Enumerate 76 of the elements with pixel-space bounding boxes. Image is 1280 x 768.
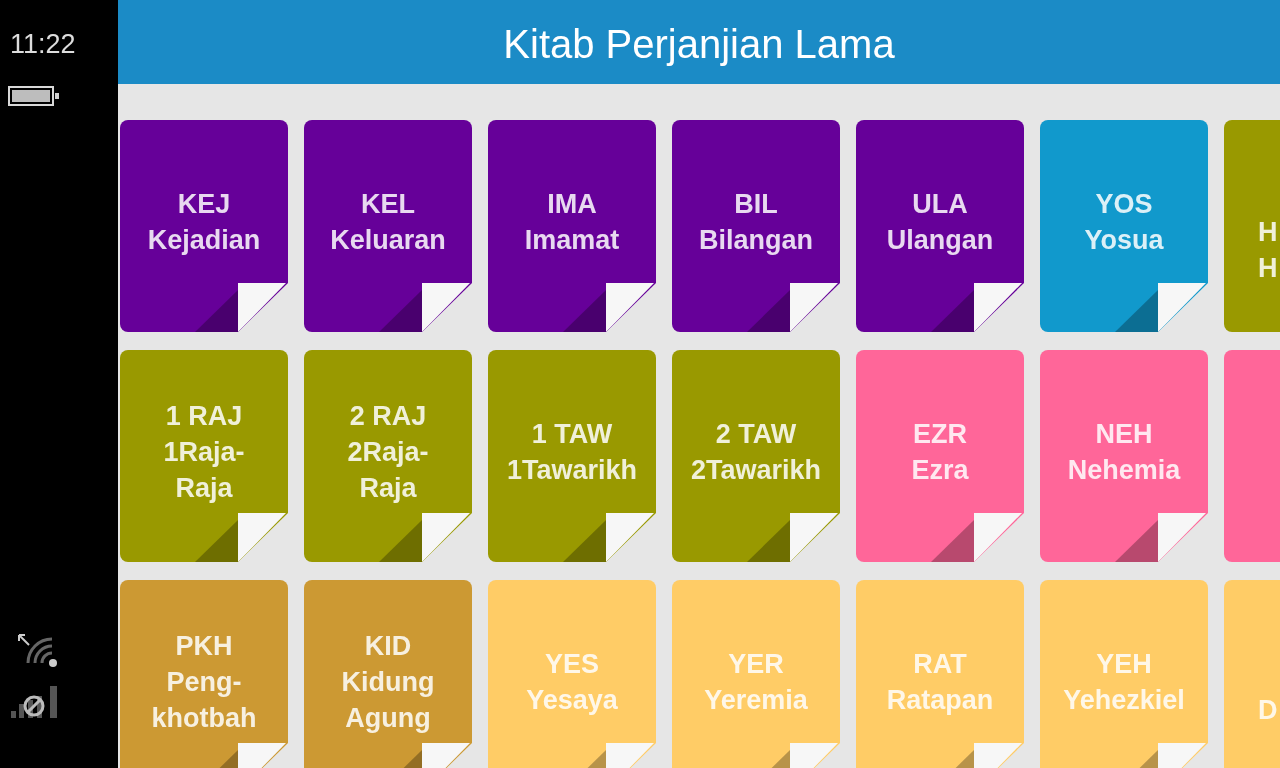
folded-corner-icon (195, 513, 288, 562)
book-tile[interactable]: 2 TAW 2Tawarikh (672, 350, 840, 562)
book-code: PKH (175, 630, 233, 663)
book-code: KID (364, 630, 412, 663)
book-name: 2Tawarikh (690, 454, 822, 487)
book-name: Nehemia (1067, 454, 1181, 487)
book-tile[interactable]: 1 RAJ 1Raja-Raja (120, 350, 288, 562)
book-tile[interactable]: 1 TAW 1Tawarikh (488, 350, 656, 562)
folded-corner-icon (1115, 513, 1208, 562)
book-name: 1Raja-Raja (162, 436, 246, 505)
book-code: YER (728, 648, 784, 681)
book-name: Kidung Agung (340, 666, 436, 735)
book-tile[interactable]: KEL Keluaran (304, 120, 472, 332)
book-name: H H (1258, 216, 1279, 285)
book-tile[interactable]: YER Yeremia (672, 580, 840, 768)
book-code: YEH (1096, 648, 1152, 681)
book-name: Imamat (524, 224, 620, 257)
book-code: ULA (912, 188, 968, 221)
book-code: 1 TAW (531, 418, 613, 451)
page-title: Kitab Perjanjian Lama (503, 21, 895, 68)
folded-corner-icon (379, 513, 472, 562)
folded-corner-icon (195, 283, 288, 332)
book-name: Bilangan (699, 224, 813, 257)
book-name: Ratapan (886, 684, 994, 717)
book-code: 2 TAW (715, 418, 797, 451)
book-name: 1Tawarikh (506, 454, 638, 487)
book-tile[interactable]: PKH Peng-khotbah (120, 580, 288, 768)
folded-corner-icon (931, 513, 1024, 562)
book-tile[interactable]: KID Kidung Agung (304, 580, 472, 768)
book-tile[interactable]: YEH Yehezkiel (1040, 580, 1208, 768)
book-tile[interactable]: KEJ Kejadian (120, 120, 288, 332)
book-tile[interactable]: ULA Ulangan (856, 120, 1024, 332)
book-code: IMA (547, 188, 597, 221)
book-tile[interactable]: YES Yesaya (488, 580, 656, 768)
cellular-signal-icon (10, 686, 58, 718)
book-tile[interactable]: 2 RAJ 2Raja-Raja (304, 350, 472, 562)
book-name: Yosua (1084, 224, 1164, 257)
book-name: Kejadian (147, 224, 261, 257)
folded-corner-icon (563, 513, 656, 562)
book-code: NEH (1095, 418, 1153, 451)
book-tile[interactable]: BIL Bilangan (672, 120, 840, 332)
book-code: RAT (913, 648, 967, 681)
folded-corner-icon (747, 513, 840, 562)
book-tile[interactable]: H H (1224, 120, 1280, 332)
book-tile[interactable]: YOS Yosua (1040, 120, 1208, 332)
book-name: Ulangan (886, 224, 994, 257)
book-code: EZR (913, 418, 967, 451)
book-name: Ezra (911, 454, 969, 487)
book-tile[interactable]: NEH Nehemia (1040, 350, 1208, 562)
folded-corner-icon (931, 283, 1024, 332)
book-code: 1 RAJ (165, 400, 243, 433)
clock-time: 11:22 (10, 28, 76, 60)
book-code: YOS (1095, 188, 1153, 221)
book-code: KEL (361, 188, 415, 221)
battery-icon (8, 86, 60, 106)
folded-corner-icon (563, 283, 656, 332)
book-code: YES (545, 648, 599, 681)
book-name: Yeremia (704, 684, 808, 717)
folded-corner-icon (1115, 283, 1208, 332)
book-tile[interactable]: EZR Ezra (856, 350, 1024, 562)
book-tile[interactable]: D (1224, 580, 1280, 768)
book-name: 2Raja-Raja (346, 436, 430, 505)
book-code: 2 RAJ (349, 400, 427, 433)
book-tile[interactable] (1224, 350, 1280, 562)
wifi-icon (16, 632, 58, 668)
book-tile[interactable]: IMA Imamat (488, 120, 656, 332)
book-code: BIL (734, 188, 778, 221)
folded-corner-icon (379, 283, 472, 332)
book-name: Peng-khotbah (150, 666, 258, 735)
book-name: Yehezkiel (1063, 684, 1185, 717)
folded-corner-icon (747, 283, 840, 332)
book-tile[interactable]: RAT Ratapan (856, 580, 1024, 768)
book-name: D (1258, 694, 1278, 727)
book-code: KEJ (177, 188, 231, 221)
book-name: Yesaya (526, 684, 618, 717)
book-name: Keluaran (330, 224, 446, 257)
